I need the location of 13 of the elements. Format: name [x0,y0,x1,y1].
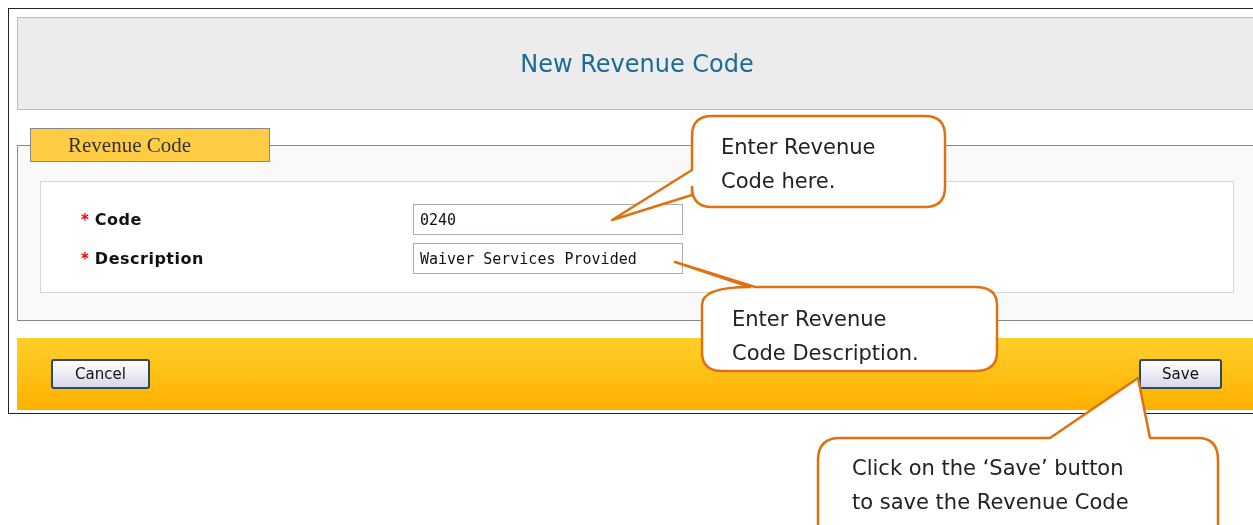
callout-text: Click on the ‘Save’ button to save the Revenue Code [852,455,1130,516]
required-mark: * [81,210,89,229]
cancel-button[interactable]: Cancel [51,359,150,389]
input-field[interactable]: Waiver Services Provided [413,243,683,274]
required-mark: * [81,249,89,268]
save-button[interactable]: Save [1139,359,1222,389]
section-legend: Revenue Code [30,128,270,162]
input-field[interactable]: 0240 [413,204,683,235]
field-label: Code [94,210,142,229]
page-title: New Revenue Code [520,49,754,78]
callout-text: Enter Revenue Code here. [721,134,877,195]
callout-text: Enter Revenue Code Description. [732,306,920,367]
field-label: Description [94,249,204,268]
